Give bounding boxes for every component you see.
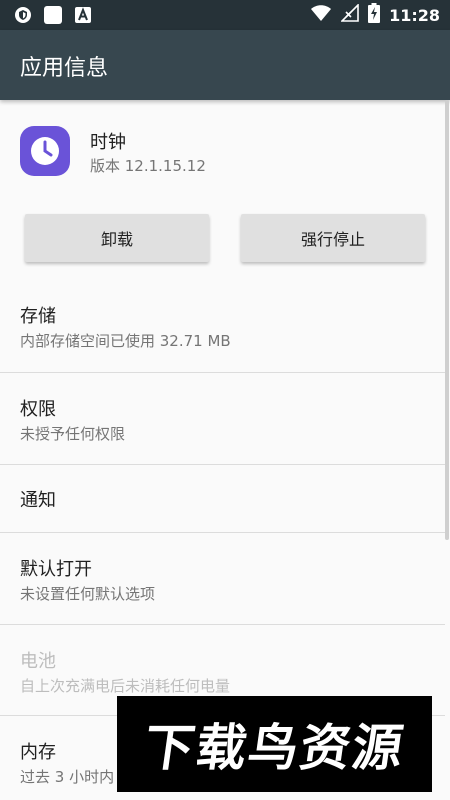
battery-title: 电池 [20,651,56,672]
wifi-icon [310,4,332,26]
scrollbar[interactable] [445,100,449,540]
clock-icon [20,126,70,176]
open-by-default-title: 默认打开 [20,559,92,580]
shield-icon [14,6,32,24]
force-stop-button[interactable]: 强行停止 [241,214,425,262]
open-by-default-item[interactable]: 默认打开 未设置任何默认选项 [0,533,445,624]
status-time: 11:28 [389,5,440,25]
permissions-summary: 未授予任何权限 [20,425,126,443]
notifications-title: 通知 [20,490,56,511]
storage-summary: 内部存储空间已使用 32.71 MB [20,332,231,350]
watermark: 下载鸟资源 [117,696,432,792]
memory-summary: 过去 3 小时内 [20,768,115,786]
uninstall-button[interactable]: 卸载 [25,214,209,262]
white-square-icon [44,6,62,24]
notifications-item[interactable]: 通知 [0,465,445,532]
app-name: 时钟 [90,132,126,153]
page-title: 应用信息 [20,56,109,81]
open-by-default-summary: 未设置任何默认选项 [20,585,156,603]
storage-title: 存储 [20,306,56,327]
status-left-icons [14,6,92,24]
app-header: 时钟 版本 12.1.15.12 [0,100,450,210]
storage-item[interactable]: 存储 内部存储空间已使用 32.71 MB [0,280,445,372]
battery-summary: 自上次充满电后未消耗任何电量 [20,677,231,695]
no-signal-icon [340,3,359,26]
app-version: 版本 12.1.15.12 [90,157,206,175]
toolbar: 应用信息 [0,30,450,100]
status-bar: 11:28 [0,0,450,30]
status-right-icons: 11:28 [310,3,440,27]
watermark-text: 下载鸟资源 [139,719,409,777]
permissions-title: 权限 [20,399,56,420]
permissions-item[interactable]: 权限 未授予任何权限 [0,373,445,464]
battery-charging-icon [368,3,381,27]
font-a-icon [74,6,92,24]
memory-title: 内存 [20,742,56,763]
